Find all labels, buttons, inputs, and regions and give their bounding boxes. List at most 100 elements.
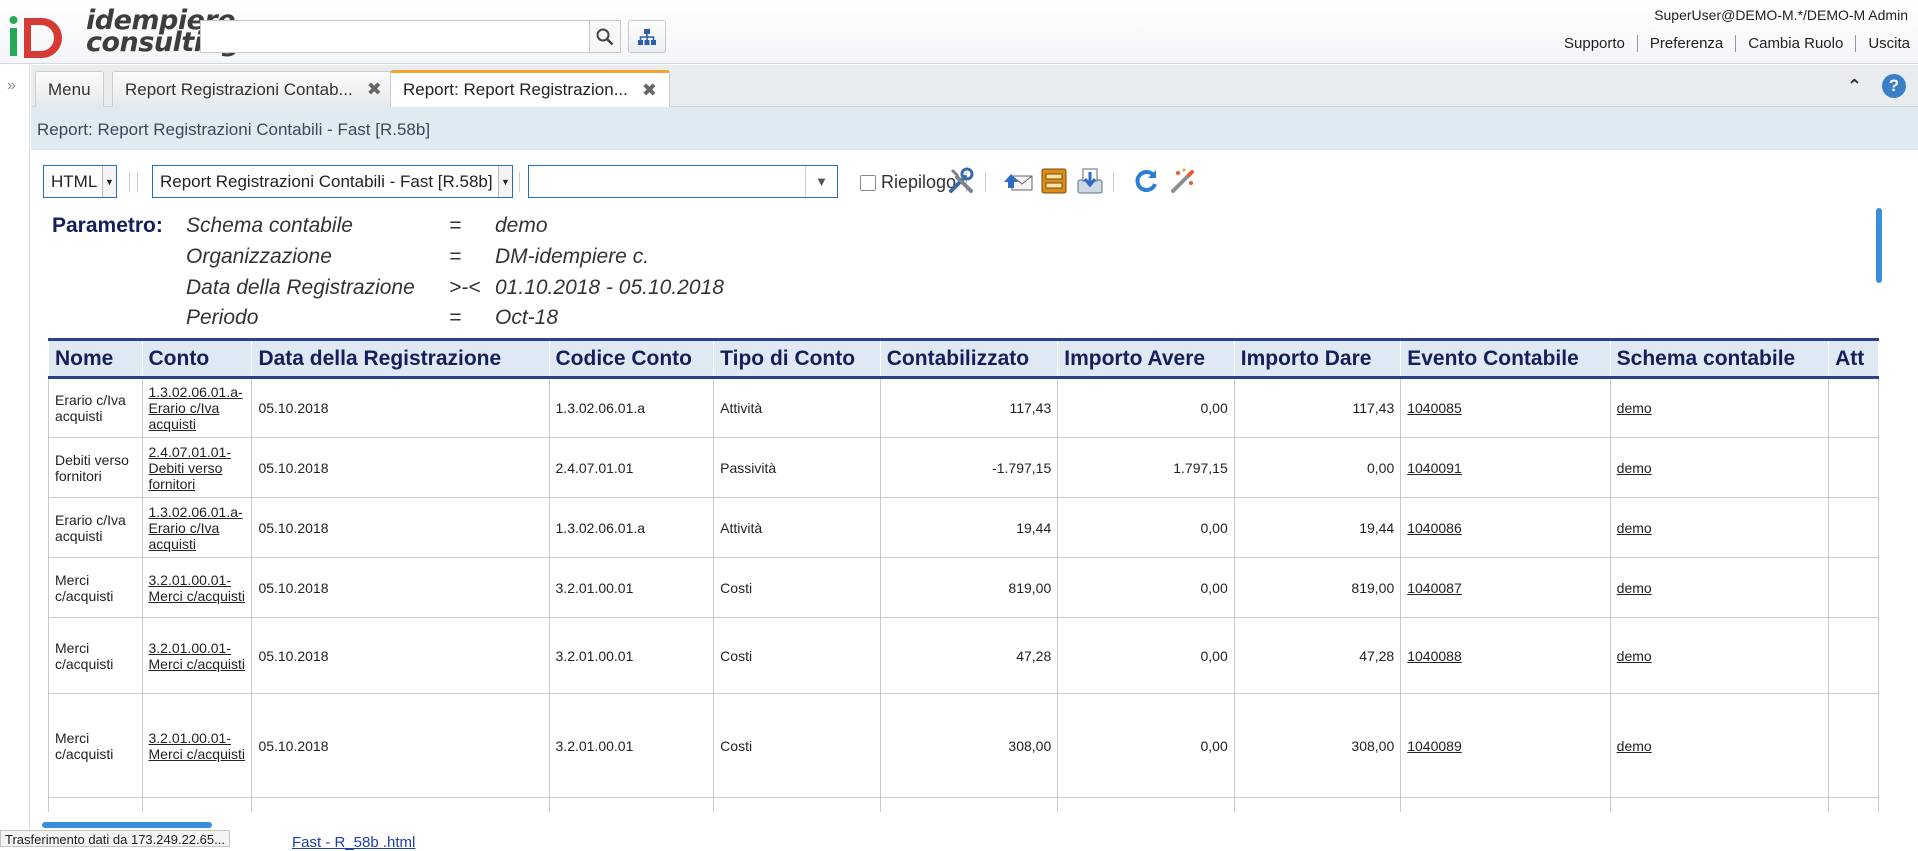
separator — [985, 172, 986, 192]
window-title: Report: Report Registrazioni Contabili -… — [31, 107, 1918, 150]
logout-link[interactable]: Uscita — [1856, 35, 1914, 52]
cell-link[interactable]: 1040089 — [1407, 738, 1462, 754]
cell-link[interactable]: 1040091 — [1407, 460, 1462, 476]
tab-report-registrazioni[interactable]: Report Registrazioni Contab... ✖ — [112, 71, 395, 107]
table-cell — [1828, 437, 1879, 498]
search-button[interactable] — [589, 20, 621, 53]
table-cell: 819,00 — [879, 557, 1059, 618]
column-header: Tipo di Conto — [713, 338, 881, 379]
wizard-button[interactable] — [1165, 164, 1199, 198]
help-icon[interactable]: ? — [1882, 74, 1906, 98]
table-cell: 3.2.01.00.01-Merci c/acquisti — [141, 617, 253, 694]
tools-icon — [949, 167, 974, 193]
customize-button[interactable] — [944, 164, 978, 198]
cell-link[interactable]: demo — [1617, 580, 1652, 596]
tab-label: Menu — [48, 79, 91, 99]
table-cell — [1828, 497, 1879, 558]
print-format-combo[interactable]: ▼ — [528, 165, 838, 198]
close-tab-icon[interactable]: ✖ — [367, 79, 382, 100]
chevron-down-icon[interactable]: ▼ — [805, 166, 837, 197]
cell-link[interactable]: 3.2.01.00.01-Merci c/acquisti — [149, 640, 245, 672]
table-row: Erario c/Iva acquisti 1.3.02.06.01.a-Erar… — [48, 497, 1879, 558]
table-cell — [1828, 797, 1879, 812]
send-mail-button[interactable] — [1001, 164, 1035, 198]
table-cell: -1.797,15 — [879, 437, 1059, 498]
parameter-value: Oct-18 — [495, 306, 559, 329]
dropdown-arrow-icon: ▼ — [498, 166, 512, 197]
parameter-value: demo — [495, 214, 548, 237]
table-cell — [548, 797, 715, 812]
table-cell — [1057, 797, 1235, 812]
refresh-icon — [1135, 170, 1157, 192]
cell-link[interactable]: 1.3.02.06.01.a-Erario c/Iva acquisti — [149, 504, 243, 552]
parameter-name: Periodo — [186, 306, 259, 329]
column-header: Data della Registrazione — [251, 338, 550, 379]
cell-link[interactable]: demo — [1617, 648, 1652, 664]
export-button[interactable] — [1073, 164, 1107, 198]
change-role-link[interactable]: Cambia Ruolo — [1736, 35, 1857, 52]
support-link[interactable]: Supporto — [1552, 35, 1638, 52]
table-cell: 19,44 — [879, 497, 1059, 558]
table-header-row: Nome Conto Data della Registrazione Codice … — [48, 338, 1879, 379]
cell-link[interactable]: 1040087 — [1407, 580, 1462, 596]
cell-link[interactable]: demo — [1617, 520, 1652, 536]
horizontal-scrollbar[interactable] — [42, 822, 212, 828]
collapse-header-icon[interactable]: ⌃ — [1847, 76, 1862, 97]
cell-link[interactable]: 1040088 — [1407, 648, 1462, 664]
export-icon — [1077, 168, 1103, 194]
global-search-input[interactable] — [200, 20, 590, 53]
cell-link[interactable]: demo — [1617, 738, 1652, 754]
table-cell: demo — [1609, 557, 1830, 618]
table-cell: 308,00 — [879, 693, 1059, 798]
close-tab-icon[interactable]: ✖ — [642, 80, 657, 101]
table-cell — [48, 797, 143, 812]
refresh-button[interactable] — [1129, 164, 1163, 198]
column-header: Nome — [48, 338, 143, 379]
cell-link[interactable]: 2.4.07.01.01-Debiti verso fornitori — [149, 444, 232, 492]
table-cell: 308,00 — [1233, 693, 1402, 798]
cell-link[interactable]: demo — [1617, 460, 1652, 476]
cell-link[interactable]: 3.2.01.00.01-Merci c/acquisti — [149, 572, 245, 604]
top-links: Supporto Preferenza Cambia Ruolo Uscita — [1552, 35, 1914, 52]
table-cell: 1040088 — [1400, 617, 1611, 694]
cell-link[interactable]: demo — [1617, 400, 1652, 416]
column-header: Importo Avere — [1057, 338, 1235, 379]
cell-link[interactable]: 1.3.02.06.01.a-Erario c/Iva acquisti — [149, 384, 243, 432]
cell-link[interactable]: 1040086 — [1407, 520, 1462, 536]
tab-report-active[interactable]: Report: Report Registrazion... ✖ — [390, 70, 670, 107]
west-panel-collapsed: » — [0, 65, 30, 847]
browser-status-bar: Trasferimento dati da 173.249.22.65... — [0, 830, 230, 847]
table-cell: Passività — [713, 437, 881, 498]
vertical-scrollbar[interactable] — [1876, 208, 1882, 283]
table-cell — [1828, 557, 1879, 618]
archive-icon — [1041, 168, 1067, 194]
table-cell: Costi — [713, 617, 881, 694]
separator — [129, 172, 130, 192]
tab-menu[interactable]: Menu — [35, 71, 104, 107]
menu-tree-button[interactable] — [628, 20, 666, 53]
parameter-name: Data della Registrazione — [186, 276, 415, 299]
table-body: Erario c/Iva acquisti 1.3.02.06.01.a-Erar… — [48, 377, 1879, 813]
report-file-link[interactable]: Fast - R_58b .html — [292, 834, 415, 851]
table-cell: Debiti verso fornitori — [48, 437, 143, 498]
table-cell: 3.2.01.00.01 — [548, 693, 715, 798]
idempiere-logo[interactable]: idempiere consulting — [8, 7, 241, 60]
cell-link[interactable]: 1040085 — [1407, 400, 1462, 416]
checkbox-box[interactable] — [860, 174, 876, 191]
tab-bar: Menu Report Registrazioni Contab... ✖ Re… — [31, 65, 1918, 107]
table-cell: 05.10.2018 — [251, 377, 550, 438]
output-format-value: HTML — [51, 171, 98, 191]
report-view-select[interactable]: Report Registrazioni Contabili - Fast [R… — [152, 165, 513, 198]
archive-button[interactable] — [1037, 164, 1071, 198]
preferences-link[interactable]: Preferenza — [1638, 35, 1737, 52]
cell-link[interactable]: 3.2.01.00.01-Merci c/acquisti — [149, 730, 245, 762]
column-header: Importo Dare — [1233, 338, 1402, 379]
table-cell: 05.10.2018 — [251, 693, 550, 798]
summary-checkbox[interactable]: Riepilogo — [860, 172, 956, 193]
column-header: Att — [1828, 338, 1879, 379]
send-mail-icon — [1004, 174, 1033, 191]
cell-link[interactable]: 3.2.01.00.01- — [149, 810, 232, 813]
output-format-select[interactable]: HTML ▼ — [43, 165, 117, 198]
report-view-value: Report Registrazioni Contabili - Fast [R… — [160, 171, 493, 191]
expand-panel-icon[interactable]: » — [7, 77, 16, 95]
